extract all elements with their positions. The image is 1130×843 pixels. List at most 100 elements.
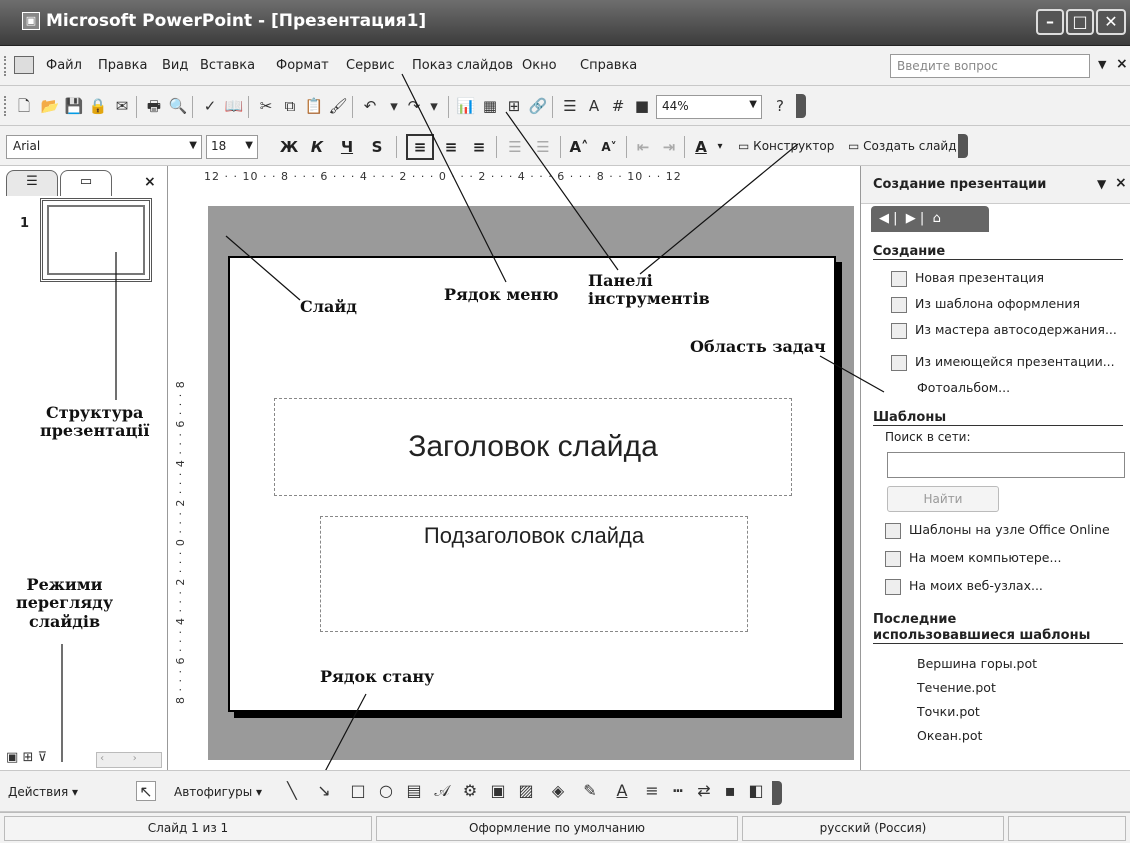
menu-edit[interactable]: Правка xyxy=(98,58,147,73)
show-grid-icon[interactable]: # xyxy=(608,96,628,116)
home-icon[interactable]: ⌂ xyxy=(933,211,941,226)
cut-icon[interactable]: ✂ xyxy=(256,96,276,116)
toolbar-options-icon[interactable] xyxy=(772,781,782,805)
horizontal-scrollbar[interactable]: ‹ › xyxy=(96,752,162,768)
help-dropdown-icon[interactable]: ▼ xyxy=(1098,58,1106,71)
designer-button[interactable]: ▭ Конструктор xyxy=(738,139,834,153)
chevron-down-icon[interactable]: ▼ xyxy=(1097,177,1106,191)
shadow-button[interactable]: S xyxy=(366,136,388,158)
normal-view-icon[interactable]: ▣ xyxy=(6,750,18,765)
link-new-presentation[interactable]: Новая презентация xyxy=(891,270,1044,287)
menu-insert[interactable]: Вставка xyxy=(200,58,255,73)
underline-button[interactable]: Ч xyxy=(336,136,358,158)
powerpoint-app-icon[interactable]: ▣ xyxy=(22,12,40,30)
outline-close-button[interactable]: × xyxy=(144,174,156,190)
chevron-down-icon[interactable]: ▼ xyxy=(749,99,757,110)
format-painter-icon[interactable]: 🖌 xyxy=(328,96,348,116)
line-style-icon[interactable]: ≡ xyxy=(642,781,662,801)
menu-tools[interactable]: Сервис xyxy=(346,58,395,73)
arrow-style-icon[interactable]: ⇄ xyxy=(694,781,714,801)
recent-template[interactable]: Течение.pot xyxy=(917,680,996,695)
chevron-down-icon[interactable]: ▼ xyxy=(245,140,253,151)
font-color-dropdown-icon[interactable]: ▾ xyxy=(714,136,726,158)
print-icon[interactable]: 🖶 xyxy=(144,96,164,116)
expand-all-icon[interactable]: ☰ xyxy=(560,96,580,116)
slide-sorter-icon[interactable]: ⊞ xyxy=(22,750,33,765)
increase-indent-icon[interactable]: ⇥ xyxy=(658,136,680,158)
line-color-icon[interactable]: ✎ xyxy=(580,781,600,801)
link-photo-album[interactable]: Фотоальбом... xyxy=(917,380,1010,395)
menu-file[interactable]: Файл xyxy=(46,58,82,73)
link-from-design-template[interactable]: Из шаблона оформления xyxy=(891,296,1080,313)
recent-template[interactable]: Океан.pot xyxy=(917,728,982,743)
link-autocontent-wizard[interactable]: Из мастера автосодержания... xyxy=(891,322,1117,339)
3d-style-icon[interactable]: ◧ xyxy=(746,781,766,801)
toolbar-options-icon[interactable] xyxy=(796,94,806,118)
tab-outline[interactable]: ☰ xyxy=(6,170,58,196)
italic-button[interactable]: К xyxy=(306,136,328,158)
new-icon[interactable]: 🗋 xyxy=(14,96,34,116)
recent-template[interactable]: Вершина горы.pot xyxy=(917,656,1037,671)
link-on-my-websites[interactable]: На моих веб-узлах... xyxy=(885,578,1043,595)
slide-subtitle-placeholder[interactable]: Подзаголовок слайда xyxy=(320,516,748,632)
select-pointer-icon[interactable]: ↖ xyxy=(136,781,156,801)
decrease-font-icon[interactable]: A˅ xyxy=(598,136,620,158)
slide[interactable]: Заголовок слайда Подзаголовок слайда xyxy=(228,256,836,712)
rectangle-icon[interactable]: □ xyxy=(348,781,368,801)
status-resize-grip[interactable] xyxy=(1008,816,1126,841)
forward-icon[interactable]: ▶ xyxy=(906,211,916,226)
font-color-icon[interactable]: A xyxy=(612,781,632,801)
task-pane-close-button[interactable]: × xyxy=(1115,175,1127,191)
numbering-icon[interactable]: ☰ xyxy=(504,136,526,158)
chevron-down-icon[interactable]: ▼ xyxy=(189,140,197,151)
dash-style-icon[interactable]: ┅ xyxy=(668,781,688,801)
insert-hyperlink-icon[interactable]: 🔗 xyxy=(528,96,548,116)
undo-icon[interactable]: ↶ xyxy=(360,96,380,116)
line-icon[interactable]: ╲ xyxy=(282,781,302,801)
link-templates-online[interactable]: Шаблоны на узле Office Online xyxy=(885,522,1110,539)
insert-table-icon[interactable]: ▦ xyxy=(480,96,500,116)
slideshow-icon[interactable]: ⊽ xyxy=(37,750,47,765)
email-icon[interactable]: ✉ xyxy=(112,96,132,116)
print-preview-icon[interactable]: 🔍 xyxy=(168,96,188,116)
color-grayscale-icon[interactable]: ■ xyxy=(632,96,652,116)
font-size-select[interactable]: 18 ▼ xyxy=(206,135,258,159)
undo-dropdown-icon[interactable]: ▾ xyxy=(384,96,404,116)
picture-icon[interactable]: ▨ xyxy=(516,781,536,801)
diagram-icon[interactable]: ⚙ xyxy=(460,781,480,801)
link-existing-presentation[interactable]: Из имеющейся презентации... xyxy=(891,354,1115,371)
help-question-input[interactable]: Введите вопрос xyxy=(890,54,1090,78)
permission-icon[interactable]: 🔒 xyxy=(88,96,108,116)
bullets-icon[interactable]: ☰ xyxy=(532,136,554,158)
menu-format[interactable]: Формат xyxy=(276,58,329,73)
link-on-my-computer[interactable]: На моем компьютере... xyxy=(885,550,1061,567)
back-icon[interactable]: ◀ xyxy=(879,211,889,226)
redo-dropdown-icon[interactable]: ▾ xyxy=(424,96,444,116)
textbox-icon[interactable]: ▤ xyxy=(404,781,424,801)
toolbar-options-icon[interactable] xyxy=(958,134,968,158)
decrease-indent-icon[interactable]: ⇤ xyxy=(632,136,654,158)
clipart-icon[interactable]: ▣ xyxy=(488,781,508,801)
recent-template[interactable]: Точки.pot xyxy=(917,704,980,719)
fill-color-icon[interactable]: ◈ xyxy=(548,781,568,801)
document-icon[interactable] xyxy=(14,56,34,74)
tables-borders-icon[interactable]: ⊞ xyxy=(504,96,524,116)
menu-help[interactable]: Справка xyxy=(580,58,637,73)
autoshapes-menu[interactable]: Автофигуры ▾ xyxy=(174,785,262,799)
find-button[interactable]: Найти xyxy=(887,486,999,512)
toolbar-grip[interactable] xyxy=(4,56,8,76)
actions-menu[interactable]: Действия ▾ xyxy=(8,785,78,799)
redo-icon[interactable]: ↷ xyxy=(404,96,424,116)
spelling-icon[interactable]: ✓ xyxy=(200,96,220,116)
bold-button[interactable]: Ж xyxy=(278,136,300,158)
align-center-icon[interactable]: ≡ xyxy=(440,136,462,158)
slide-title-placeholder[interactable]: Заголовок слайда xyxy=(274,398,792,496)
font-select[interactable]: Arial ▼ xyxy=(6,135,202,159)
arrow-icon[interactable]: ↘ xyxy=(314,781,334,801)
insert-chart-icon[interactable]: 📊 xyxy=(456,96,476,116)
font-color-icon[interactable]: A xyxy=(690,136,712,158)
tab-slides[interactable]: ▭ xyxy=(60,170,112,196)
toolbar-grip[interactable] xyxy=(4,96,8,116)
template-search-input[interactable] xyxy=(887,452,1125,478)
align-left-button[interactable]: ≡ xyxy=(406,134,434,160)
